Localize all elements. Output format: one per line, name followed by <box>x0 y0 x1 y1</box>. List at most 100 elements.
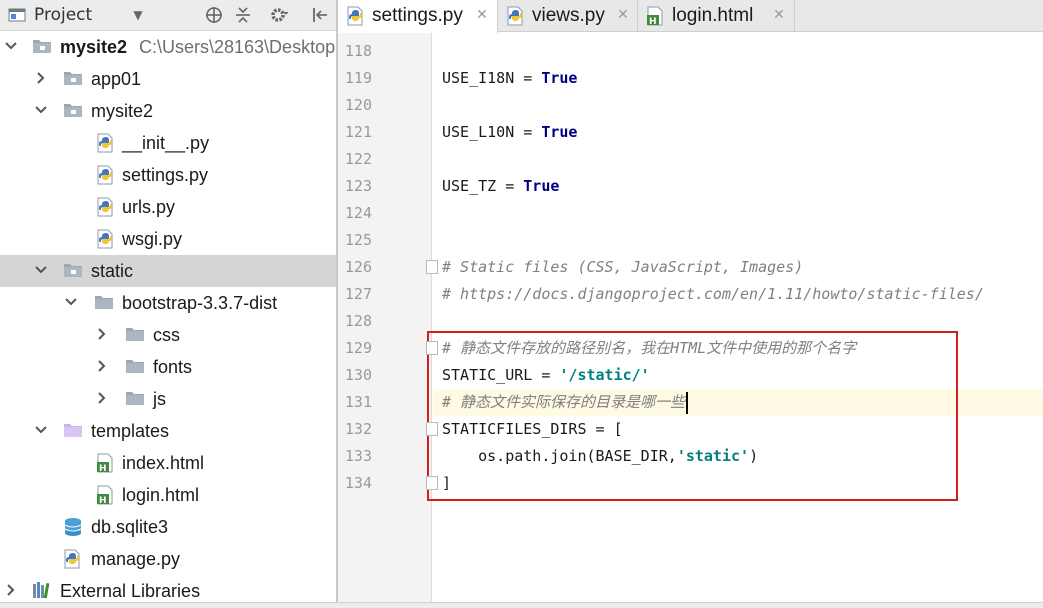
chevron-down-icon[interactable] <box>4 38 18 54</box>
tree-item-label: settings.py <box>122 165 209 185</box>
tree-item-label: static <box>91 261 134 281</box>
project-panel: Project ▼ mysite2 C:\Users\28163\Desktop a… <box>0 0 336 608</box>
code-line[interactable]: # Static files (CSS, JavaScript, Images) <box>442 254 803 281</box>
tree-item-init-py[interactable]: __init__.py <box>0 127 336 159</box>
line-number: 119 <box>344 69 372 87</box>
folder-icon <box>63 261 83 281</box>
python-file-icon <box>96 133 116 153</box>
tree-item-label: css <box>153 325 180 345</box>
project-path: C:\Users\28163\Desktop <box>139 37 336 57</box>
chevron-down-icon[interactable] <box>34 102 48 118</box>
fold-marker-icon[interactable] <box>426 341 438 355</box>
templates-folder-icon <box>63 421 83 441</box>
database-icon <box>63 517 83 537</box>
collapse-all-icon[interactable] <box>232 5 254 25</box>
code-editor[interactable]: 118 119 120 121 122 123 124 125 126 127 128 129 130 1… <box>338 33 1043 608</box>
line-number: 129 <box>344 339 372 357</box>
folder-icon <box>125 357 145 377</box>
chevron-down-icon[interactable] <box>34 262 48 278</box>
close-icon[interactable]: ✕ <box>475 8 489 22</box>
python-file-icon <box>63 549 83 569</box>
fold-marker-icon[interactable] <box>426 476 438 490</box>
tree-item-manage-py[interactable]: manage.py <box>0 543 336 575</box>
code-line[interactable]: USE_TZ = True <box>442 173 559 200</box>
tree-item-js[interactable]: js <box>0 383 336 415</box>
libraries-icon <box>32 581 52 601</box>
tree-item-fonts[interactable]: fonts <box>0 351 336 383</box>
tree-item-bootstrap[interactable]: bootstrap-3.3.7-dist <box>0 287 336 319</box>
html-file-icon: H <box>96 453 116 474</box>
chevron-right-icon[interactable] <box>34 70 48 86</box>
tree-item-label: app01 <box>91 69 142 89</box>
tree-item-css[interactable]: css <box>0 319 336 351</box>
svg-text:H: H <box>649 17 657 26</box>
line-number: 134 <box>344 474 372 492</box>
tree-item-label: mysite2 <box>91 101 154 121</box>
tree-item-mysite2-root[interactable]: mysite2 C:\Users\28163\Desktop <box>0 31 336 63</box>
chevron-down-icon[interactable] <box>64 294 78 310</box>
code-text: USE_TZ = <box>442 177 524 195</box>
highlight-box <box>427 331 958 501</box>
html-file-icon: H <box>646 6 666 27</box>
tree-item-urls-py[interactable]: urls.py <box>0 191 336 223</box>
line-number: 128 <box>344 312 372 330</box>
tree-item-mysite2[interactable]: mysite2 <box>0 95 336 127</box>
chevron-right-icon[interactable] <box>95 358 109 374</box>
python-file-icon <box>346 6 366 26</box>
locate-target-icon[interactable] <box>203 5 225 25</box>
tree-item-index-html[interactable]: Hindex.html <box>0 447 336 479</box>
tree-item-settings-py[interactable]: settings.py <box>0 159 336 191</box>
project-panel-header: Project ▼ <box>0 0 336 31</box>
tab-views-py[interactable]: views.py ✕ <box>498 0 638 32</box>
project-view-icon[interactable] <box>6 5 28 25</box>
gear-icon[interactable] <box>267 5 291 25</box>
code-line[interactable]: # https://docs.djangoproject.com/en/1.11… <box>442 281 984 308</box>
tree-item-label: manage.py <box>91 549 181 569</box>
tab-settings-py[interactable]: settings.py ✕ <box>338 0 498 33</box>
code-keyword: True <box>541 69 578 87</box>
code-keyword: True <box>541 123 578 141</box>
close-icon[interactable]: ✕ <box>616 8 630 22</box>
tree-item-app01[interactable]: app01 <box>0 63 336 95</box>
code-keyword: True <box>523 177 560 195</box>
line-number: 118 <box>344 42 372 60</box>
tree-item-label: __init__.py <box>122 133 210 153</box>
tree-item-db-sqlite3[interactable]: db.sqlite3 <box>0 511 336 543</box>
tree-item-wsgi-py[interactable]: wsgi.py <box>0 223 336 255</box>
chevron-right-icon[interactable] <box>4 582 18 598</box>
tree-item-login-html[interactable]: Hlogin.html <box>0 479 336 511</box>
tree-item-static[interactable]: static <box>0 255 336 287</box>
chevron-down-icon[interactable] <box>34 422 48 438</box>
tree-item-label: urls.py <box>122 197 176 217</box>
python-file-icon <box>506 6 526 26</box>
hide-panel-icon[interactable] <box>310 5 330 25</box>
tree-item-templates[interactable]: templates <box>0 415 336 447</box>
chevron-right-icon[interactable] <box>95 326 109 342</box>
tab-login-html[interactable]: H login.html ✕ <box>638 0 795 32</box>
chevron-right-icon[interactable] <box>95 390 109 406</box>
tree-item-label: bootstrap-3.3.7-dist <box>122 293 278 313</box>
line-number: 123 <box>344 177 372 195</box>
line-number: 124 <box>344 204 372 222</box>
chevron-down-icon[interactable]: ▼ <box>130 5 146 25</box>
line-number: 131 <box>344 393 372 411</box>
line-number-gutter: 118 119 120 121 122 123 124 125 126 127 128 129 130 1… <box>338 33 432 608</box>
folder-icon <box>94 293 114 313</box>
project-panel-title[interactable]: Project <box>34 5 92 25</box>
code-text: USE_I18N = <box>442 69 542 87</box>
html-file-icon: H <box>96 485 116 506</box>
python-file-icon <box>96 197 116 217</box>
code-line[interactable]: USE_I18N = True <box>442 65 577 92</box>
fold-marker-icon[interactable] <box>426 260 438 274</box>
tree-item-label: login.html <box>122 485 200 505</box>
code-text: USE_L10N = <box>442 123 542 141</box>
code-line[interactable]: USE_L10N = True <box>442 119 577 146</box>
svg-text:H: H <box>99 496 107 505</box>
tree-item-label: db.sqlite3 <box>91 517 169 537</box>
close-icon[interactable]: ✕ <box>772 8 786 22</box>
folder-icon <box>125 325 145 345</box>
folder-icon <box>32 37 52 57</box>
code-comment: # https://docs.djangoproject.com/en/1.11… <box>442 285 984 303</box>
tree-item-label: fonts <box>153 357 193 377</box>
fold-marker-icon[interactable] <box>426 422 438 436</box>
